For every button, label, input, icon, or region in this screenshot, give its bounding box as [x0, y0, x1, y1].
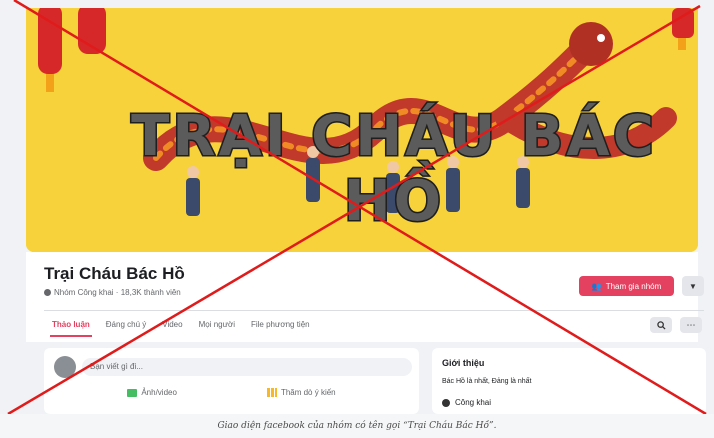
about-description: Bác Hồ là nhất, Đảng là nhất [442, 378, 532, 385]
join-group-button[interactable]: 👥 Tham gia nhóm [579, 276, 674, 296]
globe-icon [44, 289, 51, 296]
group-name: Trại Cháu Bác Hồ [44, 264, 185, 283]
tab-members[interactable]: Mọi người [191, 318, 243, 337]
more-horizontal-icon: ⋯ [686, 319, 696, 330]
group-header: Trại Cháu Bác Hồ Nhóm Công khai · 18,3K … [26, 252, 704, 342]
post-actions: Ảnh/video Thăm dò ý kiến [44, 388, 419, 397]
search-icon [656, 320, 666, 330]
about-title: Giới thiệu [442, 358, 485, 368]
chevron-down-icon: ▼ [689, 281, 697, 291]
header-dropdown-button[interactable]: ▼ [682, 276, 704, 296]
cover-photo: TRẠI CHÁU BÁC HỒ [26, 8, 698, 252]
photo-video-button[interactable]: Ảnh/video [127, 388, 177, 397]
composer-input[interactable]: Bạn viết gì đi... [82, 358, 412, 376]
photo-video-label: Ảnh/video [141, 388, 177, 397]
about-panel: Giới thiệu Bác Hồ là nhất, Đảng là nhất … [432, 348, 706, 414]
group-tabs: Thảo luận Đáng chú ý Video Mọi người Fil… [44, 318, 318, 337]
more-options-button[interactable]: ⋯ [680, 317, 702, 333]
image-caption: Giao diện facebook của nhóm có tên gọi “… [0, 414, 714, 438]
tab-media[interactable]: File phương tiện [243, 318, 318, 337]
post-composer: Bạn viết gì đi... Ảnh/video Thăm dò ý ki… [44, 348, 419, 414]
header-divider [44, 310, 704, 311]
group-meta: Nhóm Công khai · 18,3K thành viên [44, 288, 181, 297]
join-group-label: Tham gia nhóm [605, 281, 662, 291]
about-privacy: Công khai [442, 398, 491, 407]
poll-button[interactable]: Thăm dò ý kiến [266, 388, 336, 397]
photo-icon [127, 388, 138, 397]
avatar [54, 356, 76, 378]
globe-icon [442, 398, 450, 407]
join-icon: 👥 [591, 281, 602, 291]
facebook-group-screenshot: TRẠI CHÁU BÁC HỒ Trại Cháu Bác Hồ Nhóm C… [0, 0, 714, 414]
cover-title-text: TRẠI CHÁU BÁC HỒ [130, 103, 657, 236]
search-button[interactable] [650, 317, 672, 333]
tab-discussion[interactable]: Thảo luận [44, 318, 98, 337]
tab-featured[interactable]: Đáng chú ý [98, 318, 154, 337]
tab-video[interactable]: Video [154, 318, 190, 337]
poll-label: Thăm dò ý kiến [280, 388, 336, 397]
poll-icon [266, 388, 277, 397]
about-privacy-label: Công khai [455, 398, 492, 407]
group-meta-text: Nhóm Công khai · 18,3K thành viên [54, 288, 181, 297]
